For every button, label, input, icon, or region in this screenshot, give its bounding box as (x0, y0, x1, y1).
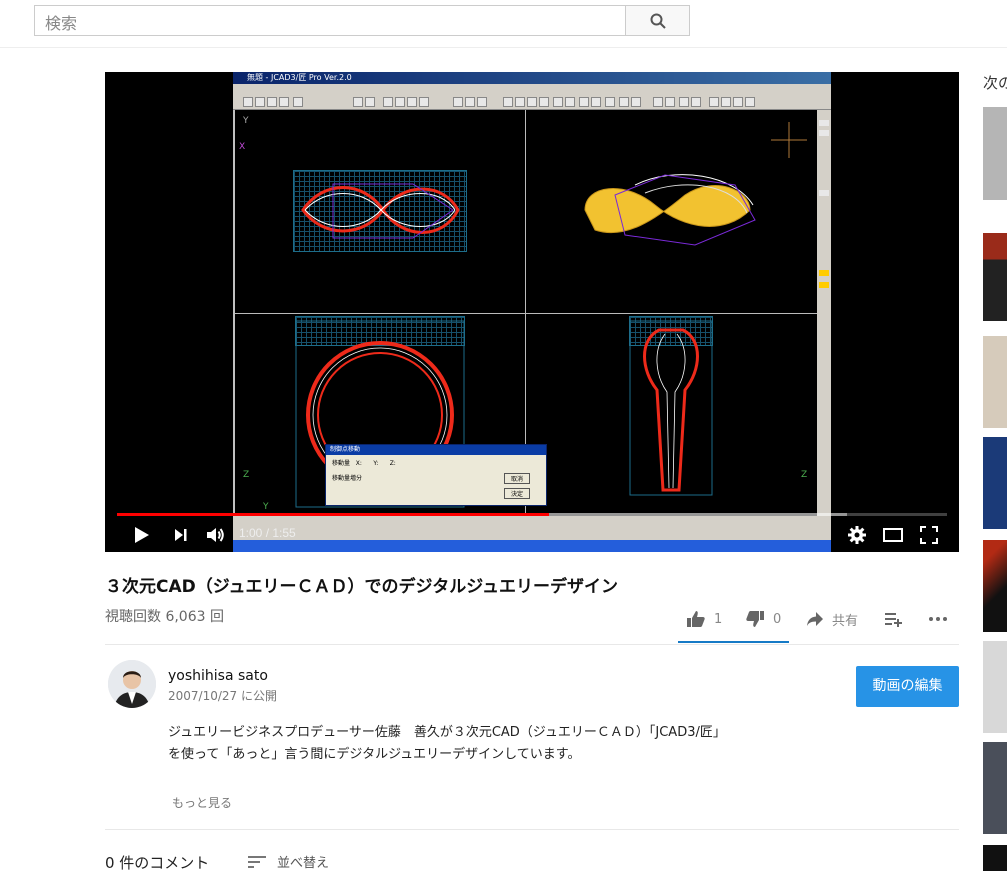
sidebar-thumbnail[interactable] (983, 437, 1007, 529)
cad-side-toolbar (817, 110, 831, 516)
more-horizontal-icon (929, 617, 947, 621)
video-player[interactable]: 無題 - JCAD3/匠 Pro Ver.2.0 Y X 制御点移動 移動量 X… (105, 72, 959, 552)
gear-icon (848, 526, 866, 544)
description-line-2: を使って「あっと」言う間にデジタルジュエリーデザインしています。 (168, 747, 581, 762)
channel-name[interactable]: yoshihisa sato (168, 668, 268, 684)
dislike-count: 0 (773, 611, 782, 627)
divider (105, 829, 959, 830)
divider (105, 644, 959, 645)
fullscreen-button[interactable] (917, 523, 941, 547)
gold-ring-render (584, 174, 756, 246)
progress-played (117, 513, 549, 516)
skip-next-icon (175, 529, 187, 541)
search-icon (650, 13, 666, 29)
sentiment-bar (678, 641, 789, 643)
next-button[interactable] (169, 523, 193, 547)
share-arrow-icon (807, 612, 823, 626)
sidebar-thumbnail[interactable] (983, 540, 1007, 632)
sidebar-thumbnail[interactable] (983, 107, 1007, 200)
cad-viewports: Y X 制御点移動 移動量 X: Y: Z: 移動量増分 取消 決定 Z Y Z (235, 110, 817, 516)
video-description: ジュエリービジネスプロデューサー佐藤 善久が３次元CAD（ジュエリーＣＡＤ）「J… (168, 722, 808, 766)
dialog-row-step: 移動量増分 取消 (326, 470, 546, 485)
show-more-button[interactable]: もっと見る (172, 794, 232, 811)
channel-avatar[interactable] (108, 660, 156, 708)
sidebar-thumbnail[interactable] (983, 742, 1007, 834)
dialog-row-move: 移動量 X: Y: Z: (332, 460, 396, 467)
volume-icon (207, 528, 224, 542)
thumbs-up-icon (687, 611, 705, 627)
theater-mode-button[interactable] (881, 523, 905, 547)
dislike-button[interactable]: 0 (745, 607, 781, 631)
add-to-playlist-button[interactable] (884, 607, 904, 631)
cad-screen-capture: 無題 - JCAD3/匠 Pro Ver.2.0 Y X 制御点移動 移動量 X… (233, 72, 831, 552)
settings-button[interactable] (845, 523, 869, 547)
avatar-portrait (108, 660, 156, 708)
sort-icon (248, 855, 266, 868)
ring-wireframe-side (629, 320, 713, 496)
sidebar-thumbnail[interactable] (983, 336, 1007, 428)
ring-wireframe-front (301, 183, 460, 239)
play-icon (135, 527, 149, 543)
sort-label: 並べ替え (277, 856, 330, 871)
transform-dialog: 制御点移動 移動量 X: Y: Z: 移動量増分 取消 決定 (325, 444, 547, 506)
play-button[interactable] (129, 523, 153, 547)
search-input[interactable]: 検索 (34, 5, 626, 36)
progress-bar[interactable] (117, 513, 947, 516)
fullscreen-icon (920, 526, 938, 544)
sidebar-thumbnail[interactable] (983, 845, 1007, 871)
masthead: 検索 (0, 0, 1007, 48)
more-actions-button[interactable] (928, 607, 948, 631)
search-button[interactable] (625, 5, 690, 36)
dialog-row-buttons: 決定 (326, 485, 546, 499)
publish-date: 2007/10/27 に公開 (168, 689, 277, 703)
share-label: 共有 (832, 613, 859, 629)
dialog-title: 制御点移動 (326, 445, 546, 455)
cad-window-title: 無題 - JCAD3/匠 Pro Ver.2.0 (233, 72, 831, 84)
sidebar-thumbnail[interactable] (983, 233, 1007, 321)
axis-gizmo (771, 122, 807, 158)
playlist-add-icon (885, 613, 902, 627)
like-count: 1 (714, 611, 723, 627)
time-display: 1:00 / 1:55 (239, 526, 296, 540)
share-button[interactable]: 共有 (806, 607, 858, 631)
cad-menu-bar (233, 84, 831, 95)
volume-button[interactable] (203, 523, 227, 547)
up-next-label: 次の (983, 74, 1007, 92)
comment-count: 0 件のコメント (105, 854, 210, 872)
sidebar-thumbnail[interactable] (983, 641, 1007, 733)
windows-taskbar (233, 540, 831, 552)
video-title: ３次元CAD（ジュエリーＣＡＤ）でのデジタルジュエリーデザイン (105, 577, 619, 597)
description-line-1: ジュエリービジネスプロデューサー佐藤 善久が３次元CAD（ジュエリーＣＡＤ）「J… (168, 725, 726, 740)
cad-toolbar (233, 95, 831, 110)
edit-video-button[interactable]: 動画の編集 (856, 666, 959, 707)
theater-icon (883, 528, 903, 542)
sort-comments-button[interactable]: 並べ替え (247, 852, 329, 871)
like-button[interactable]: 1 (686, 607, 722, 631)
view-count: 視聴回数 6,063 回 (105, 609, 224, 625)
thumbs-down-icon (746, 611, 764, 627)
